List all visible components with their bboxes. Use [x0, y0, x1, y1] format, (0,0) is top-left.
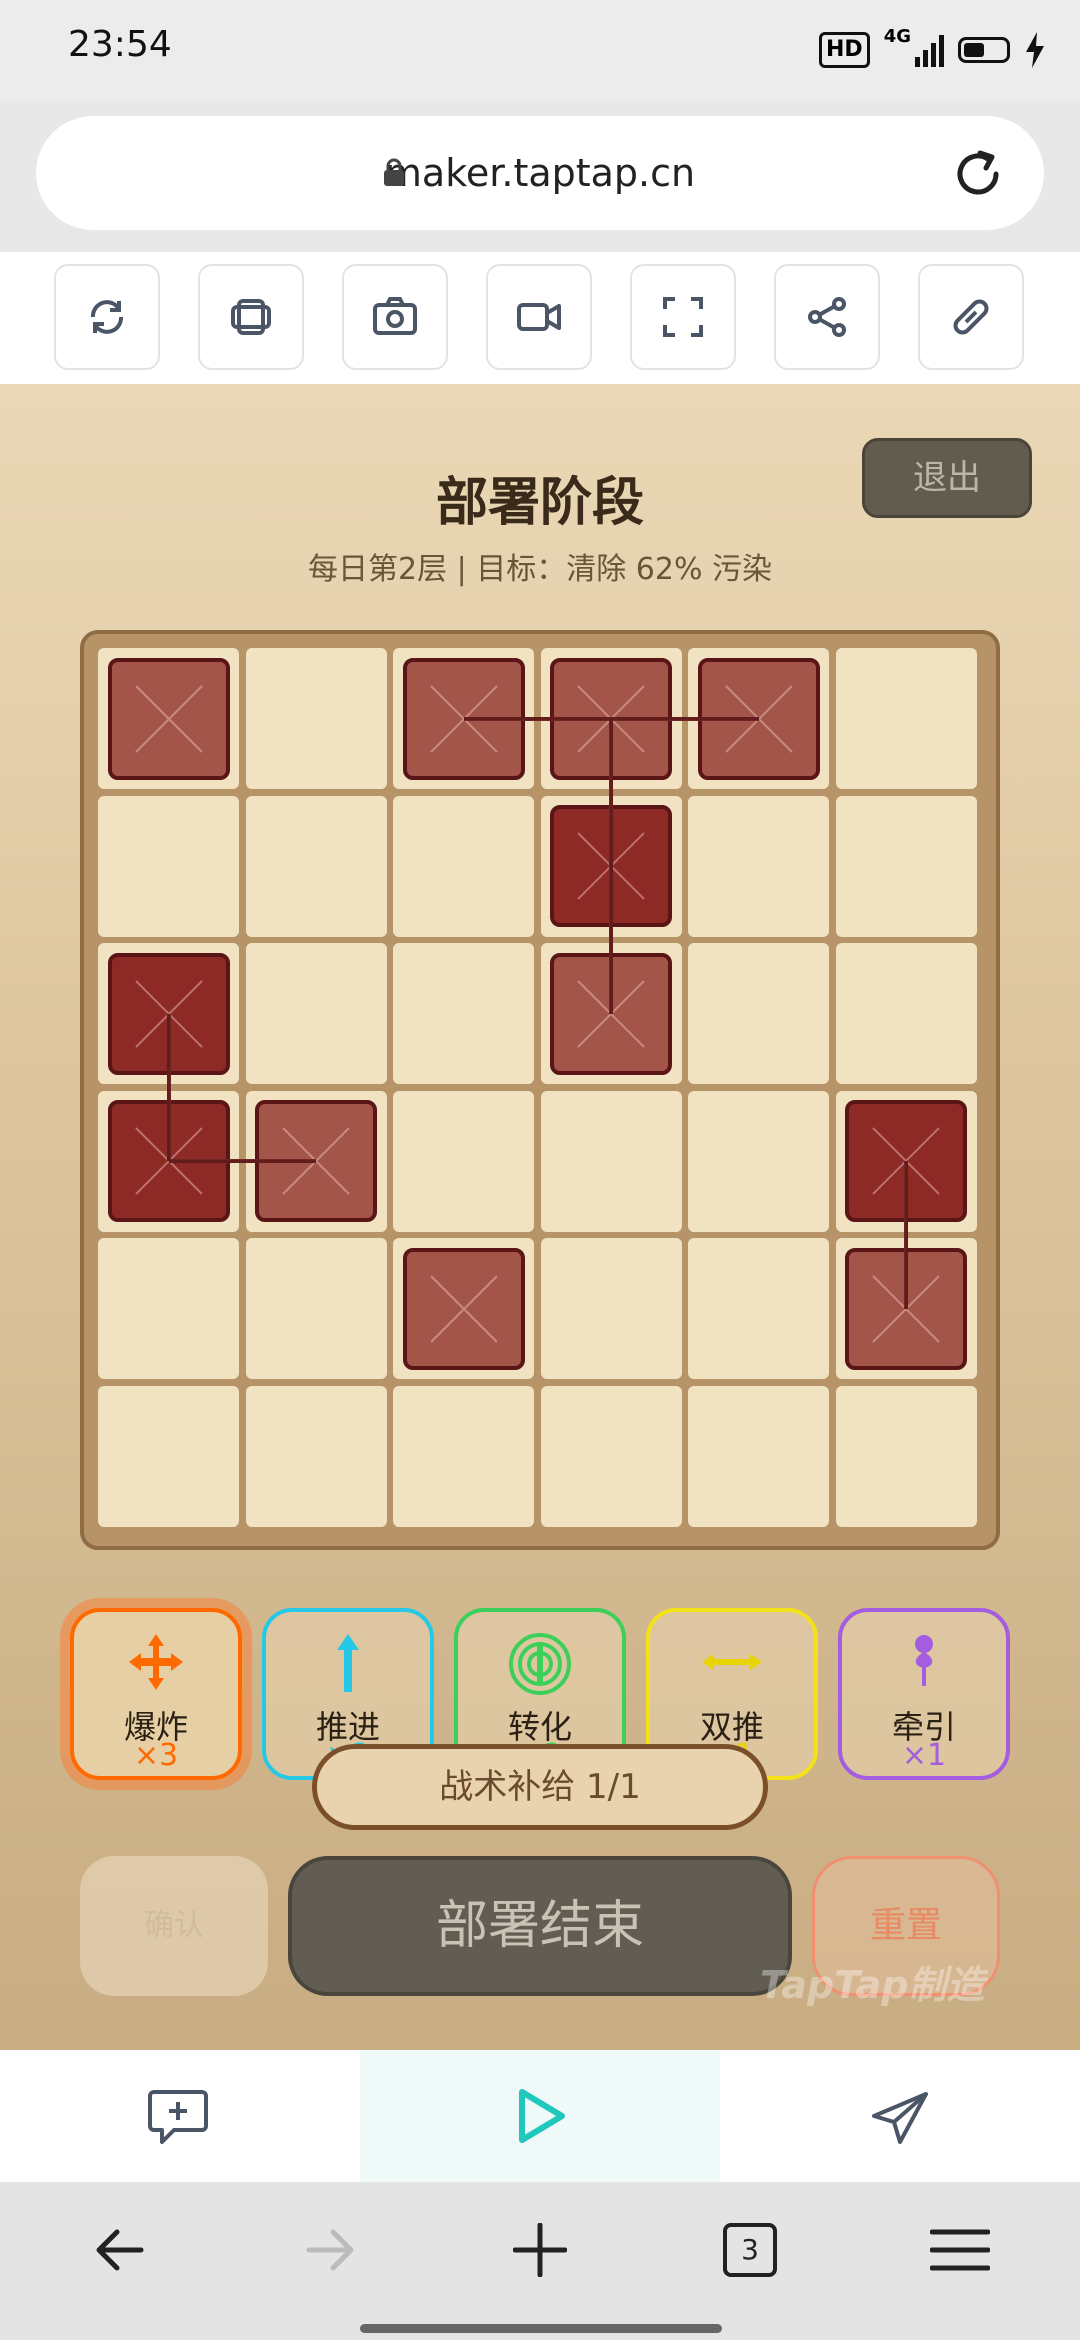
- board-cell[interactable]: [688, 1238, 829, 1379]
- skill-explode[interactable]: 爆炸 ×3: [70, 1608, 242, 1780]
- share-button[interactable]: [774, 264, 880, 370]
- board-cell[interactable]: [540, 1238, 682, 1379]
- board-cell[interactable]: [540, 1090, 682, 1232]
- game-board: [80, 630, 1000, 1550]
- status-time: 23:54: [68, 24, 172, 65]
- battery-icon: [958, 37, 1010, 63]
- explode-icon: [74, 1632, 238, 1692]
- status-bar: 23:54 HD 4G: [0, 0, 1080, 100]
- pollution-tile[interactable]: [402, 1247, 525, 1370]
- pollution-tile[interactable]: [107, 657, 230, 780]
- board-cell[interactable]: [835, 648, 977, 789]
- hd-icon: HD: [819, 32, 870, 68]
- taptap-watermark: TapTap制造: [760, 1963, 985, 2007]
- status-icons: HD 4G: [819, 26, 1046, 74]
- board-cell[interactable]: [393, 1090, 534, 1232]
- send-icon[interactable]: [870, 2090, 930, 2146]
- board-cell[interactable]: [245, 943, 387, 1084]
- home-indicator: [360, 2324, 722, 2333]
- lock-icon: [384, 158, 404, 186]
- app-bottom-bar: [0, 2050, 1080, 2182]
- share-icon: [808, 297, 846, 337]
- network-type: 4G: [883, 26, 911, 47]
- fullscreen-icon: [663, 297, 703, 337]
- board-cell[interactable]: [393, 795, 534, 937]
- video-icon: [517, 303, 561, 331]
- forward-button[interactable]: [280, 2210, 380, 2290]
- tile-link-overlay: [168, 1159, 316, 1163]
- copy-button[interactable]: [198, 264, 304, 370]
- camera-icon: [373, 297, 417, 335]
- new-tab-button[interactable]: [490, 2210, 590, 2290]
- back-button[interactable]: [70, 2210, 170, 2290]
- reload-icon[interactable]: [948, 144, 1008, 204]
- board-cell[interactable]: [540, 1385, 682, 1527]
- tile-link-overlay: [167, 1013, 170, 1161]
- board-cell[interactable]: [98, 1385, 239, 1527]
- board-cell[interactable]: [393, 1385, 534, 1527]
- charging-icon: [1026, 32, 1044, 68]
- board-cell[interactable]: [835, 795, 977, 937]
- skill-pull[interactable]: 牵引 ×1: [838, 1608, 1010, 1780]
- board-cell[interactable]: [245, 1238, 387, 1379]
- tabs-button[interactable]: 3: [700, 2210, 800, 2290]
- tile-link-overlay: [609, 718, 613, 1014]
- url-text[interactable]: maker.taptap.cn: [36, 116, 1044, 230]
- forward-icon: [306, 2229, 354, 2271]
- copy-icon: [231, 299, 271, 335]
- signal-icon: [915, 33, 944, 67]
- board-cell[interactable]: [245, 795, 387, 937]
- screenshot-button[interactable]: [342, 264, 448, 370]
- refresh-icon: [91, 300, 123, 334]
- browser-nav: 3: [0, 2182, 1080, 2340]
- end-deploy-button[interactable]: 部署结束: [288, 1856, 792, 1996]
- convert-icon: [458, 1632, 622, 1695]
- exit-button[interactable]: 退出: [862, 438, 1032, 518]
- new-tab-icon: [513, 2223, 567, 2277]
- url-bar[interactable]: maker.taptap.cn: [36, 116, 1044, 230]
- double-push-icon: [650, 1632, 814, 1692]
- tactical-supply-button[interactable]: 战术补给 1/1: [312, 1744, 768, 1830]
- link-icon: [953, 299, 989, 335]
- play-icon[interactable]: [512, 2088, 568, 2144]
- fullscreen-button[interactable]: [630, 264, 736, 370]
- tile-link-overlay: [904, 1161, 908, 1309]
- board-cell[interactable]: [688, 1090, 829, 1232]
- board-cell[interactable]: [393, 943, 534, 1084]
- board-cell[interactable]: [245, 1385, 387, 1527]
- refresh-button[interactable]: [54, 264, 160, 370]
- pull-icon: [842, 1632, 1006, 1692]
- board-cell[interactable]: [835, 1385, 977, 1527]
- menu-button[interactable]: [910, 2210, 1010, 2290]
- back-icon: [96, 2229, 144, 2271]
- tabs-icon: 3: [723, 2223, 777, 2277]
- board-cell[interactable]: [688, 1385, 829, 1527]
- board-cell[interactable]: [98, 1238, 239, 1379]
- record-button[interactable]: [486, 264, 592, 370]
- board-cell[interactable]: [688, 795, 829, 937]
- phase-subtitle: 每日第2层 | 目标：清除 62% 污染: [307, 552, 773, 587]
- skill-count: ×1: [901, 1738, 947, 1773]
- board-cell[interactable]: [835, 943, 977, 1084]
- menu-icon: [930, 2229, 990, 2271]
- board-cell[interactable]: [688, 943, 829, 1084]
- board-cell[interactable]: [98, 795, 239, 937]
- skill-count: ×3: [133, 1738, 179, 1773]
- game-area: 部署阶段 每日第2层 | 目标：清除 62% 污染 退出 爆炸 ×3 推进 ×2…: [0, 384, 1080, 2050]
- comment-icon[interactable]: [146, 2088, 210, 2146]
- board-cell[interactable]: [245, 648, 387, 789]
- arrow-up-icon: [266, 1632, 430, 1692]
- confirm-button[interactable]: 确认: [80, 1856, 268, 1996]
- toolbar: [0, 252, 1080, 384]
- link-button[interactable]: [918, 264, 1024, 370]
